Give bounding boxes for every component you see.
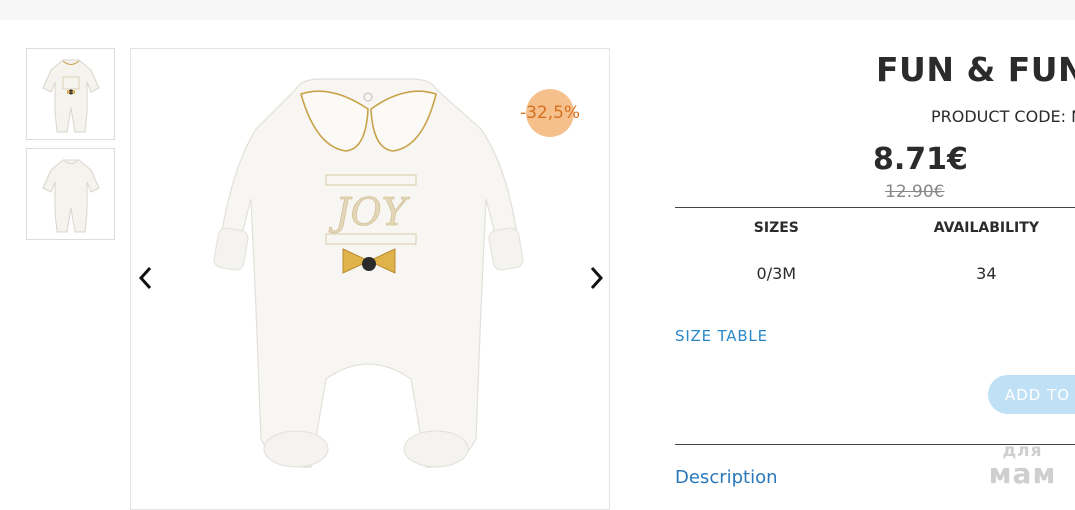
availability-cell: 34	[976, 263, 997, 283]
add-to-cart-button[interactable]: ADD TO C	[988, 375, 1075, 414]
availability-header: AVAILABILITY	[933, 220, 1039, 236]
description-tab[interactable]: Description	[675, 467, 778, 488]
table-row: 0/3M 34	[675, 248, 1075, 298]
product-image-viewer: JOY -32,5%	[130, 48, 610, 510]
watermark-line2: мам	[988, 457, 1057, 490]
chevron-right-icon	[590, 266, 604, 290]
next-image-button[interactable]	[581, 263, 609, 293]
onesie-back-thumbnail-image	[41, 159, 100, 233]
onesie-thumbnail-image	[41, 59, 100, 133]
top-bar	[0, 0, 1075, 20]
watermark-logo: для мам	[980, 443, 1065, 488]
previous-image-button[interactable]	[131, 263, 161, 293]
size-cell: 0/3M	[756, 263, 797, 283]
product-code: PRODUCT CODE: N	[931, 107, 1075, 126]
old-price: 12.90€	[885, 182, 945, 202]
thumbnail-1[interactable]	[26, 48, 115, 140]
current-price: 8.71€	[873, 142, 968, 177]
availability-table: SIZES AVAILABILITY 0/3M 34	[675, 207, 1075, 298]
discount-badge: -32,5%	[520, 89, 580, 137]
chevron-left-icon	[138, 266, 152, 290]
size-table-link[interactable]: SIZE TABLE	[675, 327, 768, 345]
svg-text:JOY: JOY	[328, 190, 410, 234]
table-header-row: SIZES AVAILABILITY	[675, 208, 1075, 248]
product-title: FUN & FUN -	[876, 50, 1075, 89]
thumbnail-2[interactable]	[26, 148, 115, 240]
sizes-header: SIZES	[753, 220, 799, 236]
